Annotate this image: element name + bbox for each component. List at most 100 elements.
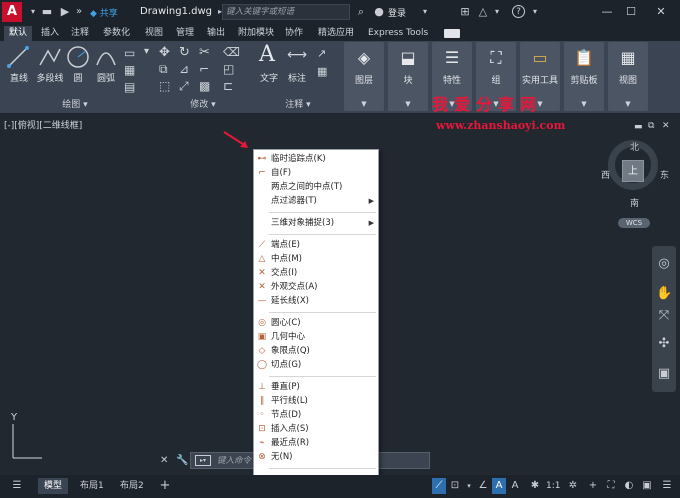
autodesk-dropdown-icon[interactable]: ▾ bbox=[490, 5, 504, 19]
viewport-close-icon[interactable]: ✕ bbox=[662, 121, 670, 131]
clean-screen-icon[interactable]: ▣ bbox=[640, 478, 654, 494]
login-button[interactable]: 登录 bbox=[388, 6, 406, 19]
hamburger-menu-icon[interactable]: ☰ bbox=[10, 478, 24, 494]
quick-access-more-icon[interactable]: » bbox=[72, 5, 86, 19]
trim-icon[interactable]: ✂ bbox=[199, 45, 210, 60]
rotate-icon[interactable]: ↻ bbox=[179, 45, 190, 60]
help-icon[interactable]: ? bbox=[512, 5, 525, 18]
zoom-icon[interactable]: ⤧ bbox=[656, 308, 672, 324]
share-button[interactable]: ◆ 共享 bbox=[90, 6, 118, 19]
tab-view[interactable]: 视图 bbox=[140, 26, 168, 41]
isometric-icon[interactable]: ⊡ bbox=[448, 478, 462, 494]
move-icon[interactable]: ✥ bbox=[159, 45, 170, 60]
app-menu-button[interactable]: A bbox=[2, 2, 22, 22]
circle-icon[interactable] bbox=[66, 45, 90, 69]
tab-annotate[interactable]: 注释 bbox=[66, 26, 94, 41]
autodesk-icon[interactable]: △ bbox=[476, 5, 490, 19]
tab-collaborate[interactable]: 协作 bbox=[280, 26, 308, 41]
maximize-icon[interactable]: ☐ bbox=[620, 2, 642, 22]
cart-icon[interactable]: ⊞ bbox=[458, 5, 472, 19]
array-icon[interactable]: ▩ bbox=[199, 79, 210, 93]
annotation-table-icon[interactable]: ▦ bbox=[317, 65, 327, 78]
compass-west[interactable]: 西 bbox=[601, 168, 610, 181]
open-file-icon[interactable]: ▬ bbox=[40, 5, 54, 19]
text-label[interactable]: 文字 bbox=[257, 71, 281, 84]
layers-button[interactable]: ◈ 图层 ▼ bbox=[344, 42, 384, 111]
osnap-tracking-icon[interactable]: ∠ bbox=[476, 478, 490, 494]
add-layout-icon[interactable]: + bbox=[158, 478, 172, 494]
search-box[interactable] bbox=[222, 4, 350, 20]
plus-icon[interactable]: + bbox=[586, 478, 600, 494]
annotation-panel-title[interactable]: 注释 ▾ bbox=[255, 98, 341, 112]
offset-icon[interactable]: ⊏ bbox=[223, 79, 233, 93]
lock-icon[interactable]: ⛶ bbox=[604, 478, 618, 494]
draw-more-icon[interactable]: ▾ bbox=[144, 46, 149, 57]
tab-default[interactable]: 默认 bbox=[4, 26, 33, 41]
command-history-icon[interactable]: ▸▾ bbox=[195, 455, 211, 466]
hatch-icon[interactable]: ▦ bbox=[124, 63, 135, 77]
user-icon[interactable]: ● bbox=[372, 5, 386, 19]
osnap-menu-item[interactable]: △ 中点(M) bbox=[254, 252, 378, 266]
view-button[interactable]: ▦ 视图 ▼ bbox=[608, 42, 648, 111]
osnap-menu-item[interactable]: ⊥ 垂直(P) bbox=[254, 380, 378, 394]
tab-manage[interactable]: 管理 bbox=[171, 26, 199, 41]
command-close-icon[interactable]: ✕ bbox=[160, 455, 168, 466]
osnap-menu-item[interactable]: — 延长线(X) bbox=[254, 294, 378, 308]
stretch-icon[interactable]: ⬚ bbox=[159, 79, 170, 93]
showmotion-icon[interactable]: ▣ bbox=[656, 366, 672, 382]
table-icon[interactable]: ▤ bbox=[124, 80, 135, 94]
text-icon[interactable]: A bbox=[259, 42, 275, 67]
compass-south[interactable]: 南 bbox=[630, 196, 639, 209]
pan-icon[interactable]: ✋ bbox=[656, 286, 672, 302]
minimize-icon[interactable]: — bbox=[596, 2, 618, 22]
orbit-icon[interactable]: ✣ bbox=[656, 336, 672, 352]
leader-icon[interactable]: ↗ bbox=[317, 47, 326, 60]
viewport-minimize-icon[interactable]: ▬ bbox=[634, 122, 643, 132]
draw-panel-title[interactable]: 绘图 ▾ bbox=[0, 98, 150, 112]
compass-north[interactable]: 北 bbox=[630, 140, 639, 153]
osnap-menu-item[interactable]: ∥ 平行线(L) bbox=[254, 394, 378, 408]
osnap-menu-item[interactable]: ⟋ 端点(E) bbox=[254, 238, 378, 252]
dropdown-icon[interactable]: ▾ bbox=[26, 5, 40, 19]
osnap-menu-item[interactable]: ◇ 象限点(Q) bbox=[254, 344, 378, 358]
fillet-icon[interactable]: ⌐ bbox=[199, 62, 209, 76]
view-cube-face[interactable]: 上 bbox=[622, 160, 644, 182]
osnap-menu-item[interactable]: 两点之间的中点(T) bbox=[254, 180, 378, 194]
tab-parametric[interactable]: 参数化 bbox=[98, 26, 135, 41]
polyline-label[interactable]: 多段线 bbox=[32, 71, 68, 84]
help-dropdown-icon[interactable]: ▾ bbox=[528, 5, 542, 19]
arc-icon[interactable] bbox=[94, 45, 118, 69]
tab-express-tools[interactable]: Express Tools bbox=[363, 26, 433, 41]
close-icon[interactable]: ✕ bbox=[650, 2, 672, 22]
modify-panel-title[interactable]: 修改 ▾ bbox=[155, 98, 251, 112]
osnap-menu-item[interactable]: ◯ 切点(G) bbox=[254, 358, 378, 372]
osnap-menu-item[interactable]: ✕ 交点(I) bbox=[254, 266, 378, 280]
line-label[interactable]: 直线 bbox=[4, 71, 34, 84]
polyline-icon[interactable] bbox=[38, 45, 62, 69]
save-icon[interactable]: ▶ bbox=[58, 5, 72, 19]
mirror-icon[interactable]: ⊿ bbox=[179, 62, 189, 76]
block-button[interactable]: ⬓ 块 ▼ bbox=[388, 42, 428, 111]
tab-addins[interactable]: 附加模块 bbox=[233, 26, 279, 41]
copy-icon[interactable]: ⧉ bbox=[159, 62, 168, 77]
tab-layout2[interactable]: 布局2 bbox=[114, 478, 150, 494]
osnap-menu-item[interactable]: ⊡ 插入点(S) bbox=[254, 422, 378, 436]
tab-model[interactable]: 模型 bbox=[38, 478, 69, 494]
ribbon-toggle-icon[interactable] bbox=[444, 29, 460, 38]
osnap-menu-item[interactable]: ⌐ 自(F) bbox=[254, 166, 378, 180]
osnap-menu-item[interactable]: ⊷ 临时追踪点(K) bbox=[254, 152, 378, 166]
clipboard-button[interactable]: 📋 剪贴板 ▼ bbox=[564, 42, 604, 111]
workspace-icon[interactable]: ✱ bbox=[528, 478, 542, 494]
scale-icon[interactable]: ⤢ bbox=[179, 79, 189, 94]
tab-insert[interactable]: 插入 bbox=[36, 26, 64, 41]
osnap-menu-item[interactable]: ◎ 圆心(C) bbox=[254, 316, 378, 330]
settings-icon[interactable]: ✲ bbox=[566, 478, 580, 494]
login-dropdown-icon[interactable]: ▾ bbox=[418, 5, 432, 19]
tab-featured-apps[interactable]: 精选应用 bbox=[313, 26, 359, 41]
annotation-scale-icon[interactable]: A bbox=[492, 478, 506, 494]
osnap-menu-item[interactable]: ⊗ 无(N) bbox=[254, 450, 378, 464]
tab-layout1[interactable]: 布局1 bbox=[74, 478, 110, 494]
arc-label[interactable]: 圆弧 bbox=[94, 71, 118, 84]
line-icon[interactable] bbox=[6, 45, 30, 69]
osnap-menu-item[interactable]: 三维对象捕捉(3) ▶ bbox=[254, 216, 378, 230]
